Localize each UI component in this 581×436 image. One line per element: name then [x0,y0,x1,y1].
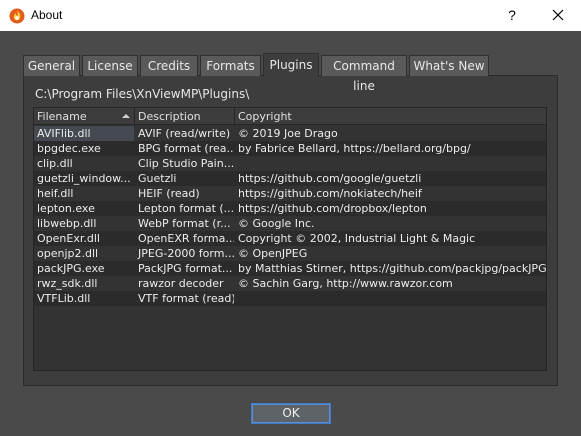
help-button[interactable]: ? [494,0,530,31]
cell-description: OpenEXR forma... [138,232,234,245]
cell-description: JPEG-2000 form... [138,247,234,260]
table-row[interactable]: clip.dll Clip Studio Pain... [34,156,546,171]
close-icon [552,9,564,21]
cell-copyright: https://github.com/dropbox/lepton [238,202,427,215]
table-row[interactable]: VTFLib.dll VTF format (read) [34,291,546,306]
cell-description: PackJPG format... [138,262,233,275]
table-row[interactable]: bpgdec.exe BPG format (rea... by Fabrice… [34,141,546,156]
cell-filename: VTFLib.dll [37,292,91,305]
table-row[interactable]: openjp2.dll JPEG-2000 form... © OpenJPEG [34,246,546,261]
cell-filename: packJPG.exe [37,262,105,275]
cell-filename: lepton.exe [37,202,95,215]
plugins-folder-path: C:\Program Files\XnViewMP\Plugins\ [35,87,250,101]
table-row[interactable]: AVIFlib.dll AVIF (read/write) © 2019 Joe… [34,126,546,141]
cell-description: HEIF (read) [138,187,200,200]
cell-description: BPG format (rea... [138,142,234,155]
close-button[interactable] [540,0,576,31]
ok-button[interactable]: OK [251,403,331,424]
tab-command-line[interactable]: Command line [321,55,407,93]
cell-copyright: © Sachin Garg, http://www.rawzor.com [238,277,453,290]
tab-license[interactable]: License [82,55,138,76]
cell-copyright: https://github.com/nokiatech/heif [238,187,422,200]
table-header: Filename Description Copyright [34,108,546,125]
cell-copyright: https://github.com/google/guetzli [238,172,422,185]
cell-filename: clip.dll [37,157,73,170]
cell-copyright: by Matthias Stirner, https://github.com/… [238,262,547,275]
window-title: About [31,8,63,22]
title-bar: About ? [0,0,581,31]
cell-copyright: by Fabrice Bellard, https://bellard.org/… [238,142,471,155]
cell-copyright: © 2019 Joe Drago [238,127,338,140]
column-header-filename[interactable]: Filename [34,108,135,125]
column-header-label: Copyright [238,110,292,123]
cell-filename: guetzli_window... [37,172,131,185]
cell-description: Lepton format (... [138,202,234,215]
cell-filename: AVIFlib.dll [34,126,134,141]
cell-copyright: © Google Inc. [238,217,315,230]
tab-plugins[interactable]: Plugins [263,53,319,77]
table-row[interactable]: rwz_sdk.dll rawzor decoder © Sachin Garg… [34,276,546,291]
cell-filename: openjp2.dll [37,247,99,260]
cell-copyright: Copyright © 2002, Industrial Light & Mag… [238,232,476,245]
table-row[interactable]: libwebp.dll WebP format (r... © Google I… [34,216,546,231]
cell-filename: bpgdec.exe [37,142,101,155]
cell-description: VTF format (read) [138,292,234,305]
tab-general[interactable]: General [23,55,80,76]
column-header-copyright[interactable]: Copyright [235,108,546,125]
cell-copyright: © OpenJPEG [238,247,308,260]
cell-copyright [235,156,546,171]
cell-description: rawzor decoder [138,277,224,290]
table-row[interactable]: OpenExr.dll OpenEXR forma... Copyright ©… [34,231,546,246]
column-header-label: Description [138,110,201,123]
column-header-label: Filename [37,110,87,123]
table-row[interactable]: guetzli_window... Guetzli https://github… [34,171,546,186]
tab-credits[interactable]: Credits [140,55,198,76]
cell-filename: OpenExr.dll [37,232,100,245]
cell-description: Clip Studio Pain... [138,157,234,170]
sort-ascending-icon [122,114,130,118]
cell-copyright [235,291,546,306]
cell-description: AVIF (read/write) [138,127,231,140]
cell-filename: rwz_sdk.dll [37,277,98,290]
xnview-flame-icon [9,8,25,24]
table-row[interactable]: packJPG.exe PackJPG format... by Matthia… [34,261,547,276]
table-row[interactable]: lepton.exe Lepton format (... https://gi… [34,201,546,216]
cell-description: WebP format (r... [138,217,231,230]
cell-filename: heif.dll [37,187,74,200]
tab-whats-new[interactable]: What's New [409,55,489,76]
table-row[interactable]: heif.dll HEIF (read) https://github.com/… [34,186,546,201]
cell-description: Guetzli [138,172,177,185]
column-header-description[interactable]: Description [135,108,235,125]
tab-formats[interactable]: Formats [200,55,261,76]
plugins-table[interactable]: Filename Description Copyright AVIFlib.d… [33,107,547,371]
cell-filename: libwebp.dll [37,217,97,230]
